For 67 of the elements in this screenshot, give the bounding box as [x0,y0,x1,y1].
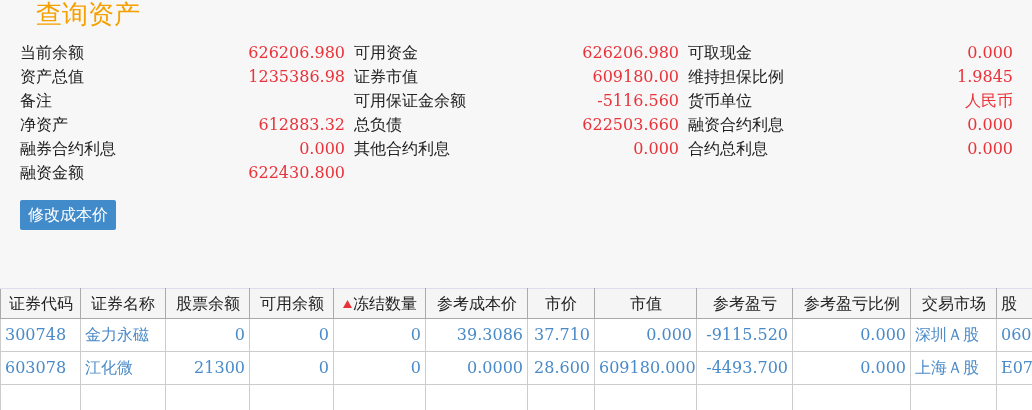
table-cell: 300748 [0,318,81,352]
column-header[interactable]: 参考盈亏比例 [792,288,911,319]
field-value: 人民币 [964,90,1013,112]
column-header[interactable]: 股 [996,288,1032,319]
table-cell: 江化微 [80,351,166,385]
column-header[interactable]: 参考盈亏 [696,288,793,319]
field-label: 合约总利息 [688,138,769,160]
field-label: 维持担保比例 [688,66,785,88]
field-value: 1.9845 [956,66,1013,88]
edit-cost-price-button[interactable]: 修改成本价 [20,200,116,230]
field-label: 其他合约利息 [354,138,451,160]
table-cell: 0 [249,351,334,385]
column-header[interactable]: 证券名称 [80,288,166,319]
field-value: 0.000 [966,42,1013,64]
table-cell: 21300 [165,351,250,385]
table-cell: 上海Ａ股 [910,351,997,385]
field-label: 资产总值 [20,66,85,88]
column-header[interactable]: 股票余额 [165,288,250,319]
field-label: 当前余额 [20,42,85,64]
field-value: 0.000 [966,138,1013,160]
page-title: 查询资产 [35,0,141,31]
field-label: 可用保证金余额 [354,90,467,112]
column-header[interactable]: 市价 [527,288,595,319]
table-cell: 39.3086 [425,318,528,352]
field-value: 0.000 [298,138,345,160]
table-cell: -4493.700 [696,351,793,385]
field-label: 总负债 [354,114,403,136]
table-cell: -9115.520 [696,318,793,352]
field-value: 622503.660 [581,114,679,136]
field-value: 1235386.98 [247,66,345,88]
field-label: 融资合约利息 [688,114,785,136]
table-cell: 0.000 [792,318,911,352]
field-label: 融资金额 [20,162,85,184]
table-cell: 0 [333,318,426,352]
column-header[interactable]: 证券代码 [0,288,81,319]
field-value: 0.000 [966,114,1013,136]
table-cell: 0 [333,351,426,385]
field-label: 备注 [20,90,53,112]
table-cell: 0.000 [594,318,697,352]
table-cell: 609180.000 [594,351,697,385]
table-cell: 603078 [0,351,81,385]
column-header[interactable]: 市值 [594,288,697,319]
field-value: 622430.800 [247,162,345,184]
column-header[interactable]: 可用余额 [249,288,334,319]
field-value: 0.000 [632,138,679,160]
table-cell: 0 [165,318,250,352]
field-label: 货币单位 [688,90,753,112]
table-cell: 深圳Ａ股 [910,318,997,352]
field-label: 可用资金 [354,42,419,64]
table-cell: 0.000 [792,351,911,385]
field-label: 融券合约利息 [20,138,117,160]
table-cell: 37.710 [527,318,595,352]
field-value: 609180.00 [591,66,679,88]
column-header[interactable]: 参考成本价 [425,288,528,319]
table-cell: 金力永磁 [80,318,166,352]
table-cell: 28.600 [527,351,595,385]
field-label: 可取现金 [688,42,753,64]
field-label: 净资产 [20,114,69,136]
column-header[interactable]: 冻结数量 [333,288,426,319]
field-value: 612883.32 [257,114,345,136]
field-value: 626206.980 [247,42,345,64]
field-label: 证券市值 [354,66,419,88]
table-cell: 0.0000 [425,351,528,385]
table-cell: 0 [249,318,334,352]
column-header[interactable]: 交易市场 [910,288,997,319]
field-value: 626206.980 [581,42,679,64]
field-value: -5116.560 [596,90,679,112]
